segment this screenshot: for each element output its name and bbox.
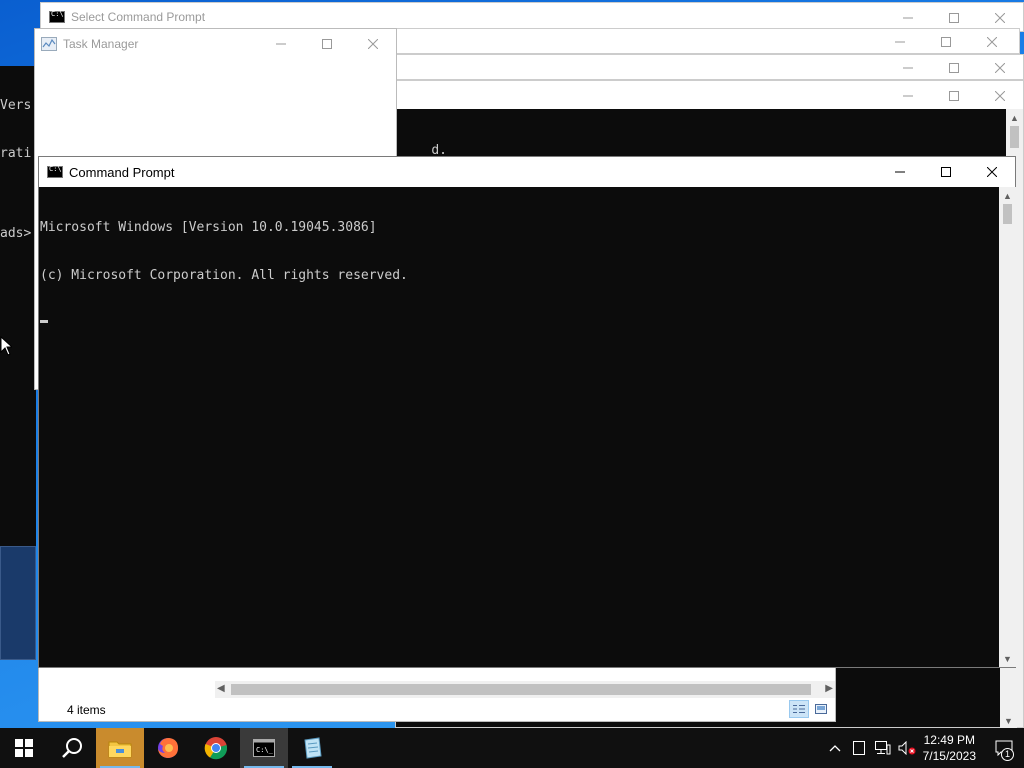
window-title: Select Command Prompt [71, 10, 206, 24]
vertical-scrollbar[interactable]: ▲ ▼ [999, 187, 1016, 667]
volume-muted-icon[interactable] [895, 728, 919, 768]
scroll-down-arrow[interactable]: ▼ [1000, 716, 1017, 726]
console-line: rati [0, 146, 32, 161]
notepad-icon [304, 737, 322, 759]
maximize-button[interactable] [931, 81, 977, 110]
minimize-button[interactable] [877, 29, 923, 55]
chrome-taskbar-button[interactable] [192, 728, 240, 768]
start-button[interactable] [0, 728, 48, 768]
mouse-pointer-icon [0, 335, 14, 359]
notepad-taskbar-button[interactable] [288, 728, 336, 768]
close-button[interactable] [969, 157, 1015, 187]
maximize-button[interactable] [923, 157, 969, 187]
chrome-icon [204, 737, 228, 760]
scroll-down-arrow[interactable]: ▼ [999, 650, 1016, 667]
status-bar: 4 items [39, 699, 835, 721]
command-prompt-window[interactable]: Command Prompt Microsoft Windows [Versio… [38, 156, 1016, 668]
scroll-thumb[interactable] [1003, 204, 1012, 224]
command-prompt-taskbar-button[interactable]: C:\_ [240, 728, 288, 768]
clock[interactable]: 12:49 PM 7/15/2023 [923, 732, 976, 764]
notifications-icon[interactable]: 1 [984, 728, 1024, 768]
minimize-button[interactable] [877, 157, 923, 187]
close-button[interactable] [969, 29, 1015, 55]
network-icon[interactable] [871, 728, 895, 768]
background-window-3[interactable] [395, 54, 1024, 80]
horizontal-scrollbar[interactable]: ◀ ▶ [215, 681, 835, 698]
details-view-icon[interactable] [789, 700, 809, 718]
close-button[interactable] [977, 81, 1023, 110]
window-title: Command Prompt [69, 164, 175, 180]
search-icon [62, 738, 82, 758]
left-console-fragment[interactable]: Vers rati ads> [0, 66, 36, 546]
console-line: Vers [0, 98, 32, 113]
clock-time: 12:49 PM [923, 733, 975, 747]
console-line: ads> [0, 226, 32, 241]
text-cursor [40, 320, 48, 323]
background-vertical-scrollbar[interactable]: ▼ [1000, 665, 1017, 728]
background-window-2[interactable] [395, 28, 1020, 54]
folder-icon [108, 741, 132, 758]
console-output[interactable]: Microsoft Windows [Version 10.0.19045.30… [39, 187, 999, 667]
scroll-right-arrow[interactable]: ▶ [825, 683, 833, 694]
taskbar: C:\_ 12:49 PM 7/15/2023 1 [0, 728, 1024, 768]
maximize-button[interactable] [931, 55, 977, 81]
show-hidden-icons-chevron-icon[interactable] [823, 728, 847, 768]
task-manager-icon [41, 36, 57, 51]
window-title: Task Manager [63, 36, 139, 51]
system-tray: 12:49 PM 7/15/2023 1 [823, 728, 1024, 768]
scroll-up-arrow[interactable]: ▲ [1006, 109, 1023, 126]
cmd-icon [49, 10, 65, 23]
minimize-button[interactable] [885, 81, 931, 110]
firefox-taskbar-button[interactable] [144, 728, 192, 768]
file-explorer-taskbar-button[interactable] [96, 728, 144, 768]
console-line: Microsoft Windows [Version 10.0.19045.30… [40, 220, 377, 235]
windows-logo-icon [15, 739, 33, 757]
item-count: 4 items [67, 703, 106, 717]
minimize-button[interactable] [885, 55, 931, 81]
tablet-icon[interactable] [847, 728, 871, 768]
close-button[interactable] [350, 29, 396, 58]
left-window-fragment[interactable] [0, 546, 36, 660]
cmd-icon [47, 165, 63, 178]
search-button[interactable] [48, 728, 96, 768]
maximize-button[interactable] [304, 29, 350, 58]
file-explorer-window[interactable]: ◀ ▶ 4 items [38, 660, 836, 722]
cmd-icon: C:\_ [253, 739, 275, 757]
console-line: (c) Microsoft Corporation. All rights re… [40, 268, 408, 283]
maximize-button[interactable] [923, 29, 969, 55]
clock-date: 7/15/2023 [922, 749, 976, 763]
firefox-icon [158, 738, 178, 758]
scroll-thumb[interactable] [231, 684, 811, 695]
scroll-up-arrow[interactable]: ▲ [999, 187, 1016, 204]
notification-count-badge: 1 [1001, 748, 1014, 761]
large-icons-view-icon[interactable] [813, 701, 829, 717]
svg-text:C:\_: C:\_ [256, 746, 274, 754]
scroll-left-arrow[interactable]: ◀ [217, 683, 225, 694]
scroll-thumb[interactable] [1010, 126, 1019, 148]
minimize-button[interactable] [258, 29, 304, 58]
close-button[interactable] [977, 55, 1023, 81]
